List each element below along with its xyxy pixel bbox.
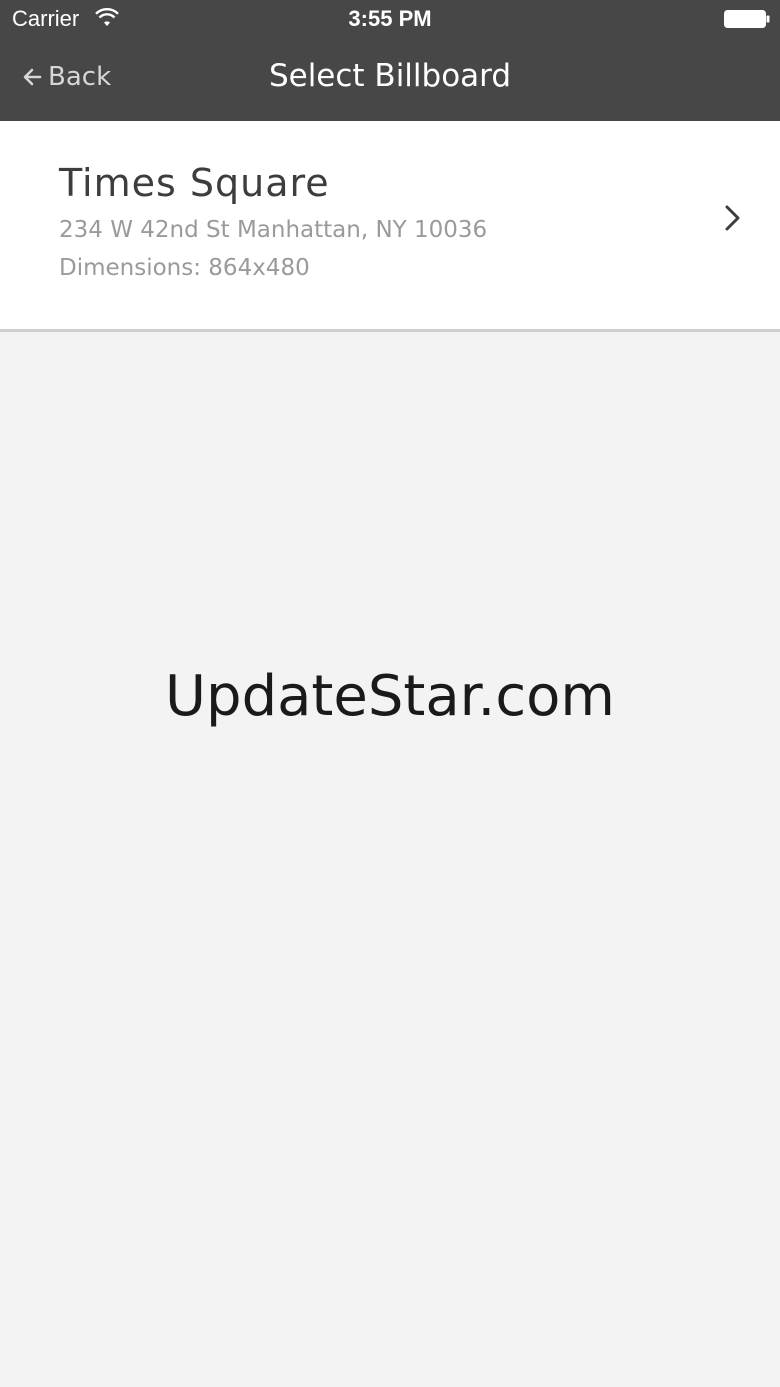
status-time: 3:55 PM [348,6,432,31]
battery-icon [724,10,770,28]
billboard-name: Times Square [59,161,330,205]
billboard-list-item[interactable]: Times Square 234 W 42nd St Manhattan, NY… [0,121,780,329]
billboard-address: 234 W 42nd St Manhattan, NY 10036 [59,217,488,243]
watermark-text: UpdateStar.com [165,664,615,729]
status-bar: Carrier 3:55 PM [0,0,780,40]
billboard-list: Times Square 234 W 42nd St Manhattan, NY… [0,121,780,332]
top-bar: Carrier 3:55 PM Back Select Billboard [0,0,780,121]
navigation-bar: Back Select Billboard [0,40,780,121]
billboard-dimensions: Dimensions: 864x480 [59,255,310,281]
page-title: Select Billboard [268,58,512,94]
chevron-right-icon [725,205,740,231]
